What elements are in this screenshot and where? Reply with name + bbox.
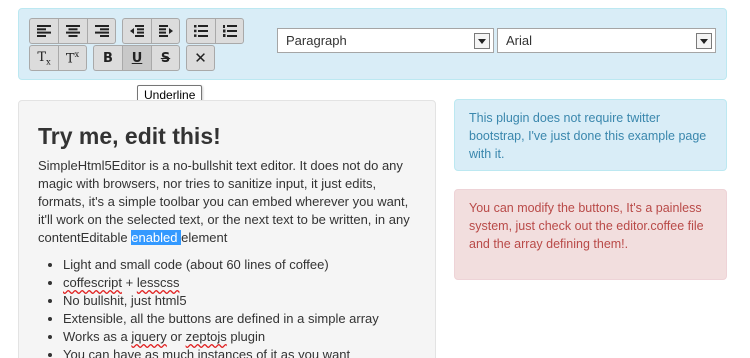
bullet-list-button[interactable] <box>186 18 215 44</box>
list-item[interactable]: You can have as much instances of it as … <box>63 346 417 358</box>
editor-toolbar: Tx Tx B U S ✕ Paragraph Arial <box>18 8 727 80</box>
block-format-value: Paragraph <box>286 33 347 48</box>
subscript-icon: Tx <box>37 49 51 67</box>
outdent-button[interactable] <box>122 18 151 44</box>
underline-icon: U <box>131 50 143 66</box>
numbered-list-button[interactable] <box>215 18 244 44</box>
remove-format-button[interactable]: ✕ <box>186 45 215 71</box>
clear-button-group: ✕ <box>186 45 215 71</box>
list-button-group <box>186 18 244 44</box>
close-icon: ✕ <box>194 49 207 67</box>
subscript-button[interactable]: Tx <box>29 45 58 71</box>
numbered-list-icon <box>222 25 237 37</box>
info-alert: This plugin does not require twitter boo… <box>454 99 727 171</box>
error-alert: You can modify the buttons, It's a painl… <box>454 189 727 280</box>
chevron-down-icon[interactable] <box>474 33 490 49</box>
script-button-group: Tx Tx <box>29 45 87 71</box>
strikethrough-button[interactable]: S <box>151 45 180 71</box>
list-item[interactable]: coffescript + lesscss <box>63 274 417 292</box>
align-button-group <box>29 18 116 44</box>
list-item[interactable]: No bullshit, just html5 <box>63 292 417 310</box>
bold-button[interactable]: B <box>93 45 122 71</box>
align-right-button[interactable] <box>87 18 116 44</box>
list-item[interactable]: Works as a jquery or zeptojs plugin <box>63 328 417 346</box>
content-editable-area[interactable]: Try me, edit this! SimpleHtml5Editor is … <box>18 100 436 358</box>
block-format-select[interactable]: Paragraph <box>277 28 494 53</box>
feature-list: Light and small code (about 60 lines of … <box>63 256 417 358</box>
font-family-select[interactable]: Arial <box>497 28 716 53</box>
bullet-list-icon <box>194 25 208 37</box>
align-right-icon <box>94 25 109 37</box>
text-selection[interactable]: enabled <box>131 230 182 245</box>
editor-paragraph[interactable]: SimpleHtml5Editor is a no-bullshit text … <box>38 157 417 247</box>
editor-heading[interactable]: Try me, edit this! <box>38 123 417 150</box>
underline-button[interactable]: U <box>122 45 151 71</box>
superscript-icon: Tx <box>65 49 80 67</box>
font-family-value: Arial <box>506 33 533 48</box>
list-item[interactable]: Light and small code (about 60 lines of … <box>63 256 417 274</box>
format-button-group: B U S <box>93 45 180 71</box>
align-left-icon <box>37 25 51 37</box>
align-center-icon <box>66 25 80 37</box>
indent-button-group <box>122 18 180 44</box>
indent-icon <box>158 25 173 37</box>
list-item[interactable]: Extensible, all the buttons are defined … <box>63 310 417 328</box>
superscript-button[interactable]: Tx <box>58 45 87 71</box>
indent-button[interactable] <box>151 18 180 44</box>
align-left-button[interactable] <box>29 18 58 44</box>
align-center-button[interactable] <box>58 18 87 44</box>
outdent-icon <box>130 25 144 37</box>
strikethrough-icon: S <box>160 50 171 66</box>
chevron-down-icon[interactable] <box>696 33 712 49</box>
bold-icon: B <box>103 50 113 66</box>
